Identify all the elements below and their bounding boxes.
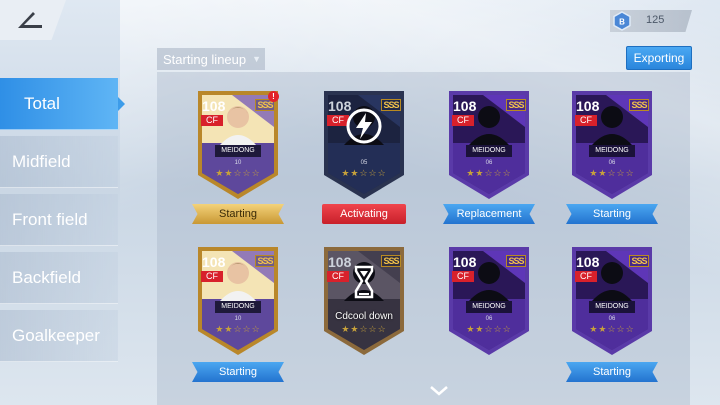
hexagon-token-icon: B bbox=[613, 11, 631, 31]
currency-value: 125 bbox=[646, 14, 665, 26]
card-jersey-number: 05 bbox=[360, 160, 368, 166]
back-arrow-icon bbox=[18, 12, 42, 28]
player-card[interactable]: 108 CF SSS MEIDONG 06 ★★☆☆☆ bbox=[443, 87, 535, 202]
top-bar: B 125 bbox=[0, 0, 720, 40]
card-stars: ★★☆☆☆ bbox=[466, 168, 512, 178]
card-jersey-number: 06 bbox=[485, 316, 493, 322]
sidebar: Total Midfield Front field Backfield Goa… bbox=[0, 78, 125, 368]
lineup-select-value: Starting lineup bbox=[163, 51, 247, 67]
currency-display: B 125 bbox=[610, 10, 692, 32]
card-stars: ★★☆☆☆ bbox=[341, 168, 387, 178]
card-rating: 108 bbox=[202, 98, 226, 114]
card-player-name: MEIDONG bbox=[215, 301, 261, 313]
card-jersey-number: 06 bbox=[608, 316, 616, 322]
player-card[interactable]: 108 CF SSS ★★☆☆☆ Cdcool down bbox=[318, 243, 410, 358]
card-player-name: MEIDONG bbox=[466, 145, 512, 157]
card-rating: 108 bbox=[576, 98, 600, 114]
card-player-name: MEIDONG bbox=[589, 145, 635, 157]
card-player-name: MEIDONG bbox=[589, 301, 635, 313]
card-tier-badge: SSS bbox=[506, 99, 526, 111]
lightning-icon bbox=[346, 108, 382, 144]
card-position: CF bbox=[452, 115, 474, 126]
sidebar-item-label: Front field bbox=[12, 209, 88, 229]
player-card[interactable]: 108 CF SSS MEIDONG 06 ★★☆☆☆ bbox=[566, 243, 658, 358]
card-status-ribbon[interactable]: Starting bbox=[566, 204, 658, 224]
card-jersey-number: 06 bbox=[608, 160, 616, 166]
scroll-down-chevron-icon[interactable] bbox=[429, 385, 449, 397]
card-stars: ★★☆☆☆ bbox=[589, 324, 635, 334]
card-jersey-number: 10 bbox=[234, 316, 242, 322]
lineup-select[interactable]: Starting lineup ▼ bbox=[157, 48, 265, 70]
sidebar-item-label: Goalkeeper bbox=[12, 325, 100, 345]
back-button[interactable] bbox=[0, 0, 66, 40]
card-player-name: MEIDONG bbox=[466, 301, 512, 313]
card-stars: ★★☆☆☆ bbox=[215, 324, 261, 334]
player-card[interactable]: 108 CF SSS 05 ★★☆☆☆ bbox=[318, 87, 410, 202]
player-card[interactable]: 108 CF SSS MEIDONG 06 ★★☆☆☆ bbox=[443, 243, 535, 358]
alert-badge: ! bbox=[268, 91, 279, 102]
card-position: CF bbox=[201, 115, 223, 126]
card-rating: 108 bbox=[453, 254, 477, 270]
card-position: CF bbox=[201, 271, 223, 282]
card-stars: ★★☆☆☆ bbox=[466, 324, 512, 334]
card-status-ribbon[interactable]: Starting bbox=[566, 362, 658, 382]
card-status-ribbon[interactable]: Starting bbox=[192, 204, 284, 224]
card-status-ribbon[interactable]: Starting bbox=[192, 362, 284, 382]
player-card[interactable]: 108 CF SSS MEIDONG 10 ★★☆☆☆ bbox=[192, 243, 284, 358]
card-rating: 108 bbox=[202, 254, 226, 270]
player-card[interactable]: 108 CF SSS MEIDONG 10 ★★☆☆☆ ! bbox=[192, 87, 284, 202]
sidebar-item-label: Midfield bbox=[12, 151, 71, 171]
card-position: CF bbox=[452, 271, 474, 282]
sidebar-item-label: Total bbox=[24, 93, 60, 113]
sidebar-item-front-field[interactable]: Front field bbox=[0, 194, 118, 246]
card-jersey-number: 10 bbox=[234, 160, 242, 166]
card-tier-badge: SSS bbox=[381, 255, 401, 267]
card-position: CF bbox=[575, 115, 597, 126]
svg-text:B: B bbox=[619, 18, 625, 27]
sidebar-item-midfield[interactable]: Midfield bbox=[0, 136, 118, 188]
sidebar-item-backfield[interactable]: Backfield bbox=[0, 252, 118, 304]
export-button[interactable]: Exporting bbox=[626, 46, 692, 70]
card-rating: 108 bbox=[453, 98, 477, 114]
sidebar-item-total[interactable]: Total bbox=[0, 78, 125, 130]
card-position: CF bbox=[575, 271, 597, 282]
sidebar-item-goalkeeper[interactable]: Goalkeeper bbox=[0, 310, 118, 362]
card-stars: ★★☆☆☆ bbox=[341, 324, 387, 334]
chevron-down-icon: ▼ bbox=[252, 54, 262, 64]
hourglass-icon bbox=[354, 265, 374, 299]
card-player-name: MEIDONG bbox=[215, 145, 261, 157]
card-tier-badge: SSS bbox=[506, 255, 526, 267]
player-card[interactable]: 108 CF SSS MEIDONG 06 ★★☆☆☆ bbox=[566, 87, 658, 202]
card-stars: ★★☆☆☆ bbox=[589, 168, 635, 178]
card-rating: 108 bbox=[576, 254, 600, 270]
card-status-ribbon[interactable]: Replacement bbox=[443, 204, 535, 224]
card-stars: ★★☆☆☆ bbox=[215, 168, 261, 178]
card-tier-badge: SSS bbox=[381, 99, 401, 111]
card-tier-badge: SSS bbox=[629, 255, 649, 267]
sidebar-item-label: Backfield bbox=[12, 267, 81, 287]
card-status-ribbon[interactable]: Activating bbox=[322, 204, 406, 224]
cooldown-label: Cdcool down bbox=[335, 311, 393, 322]
card-tier-badge: SSS bbox=[255, 255, 275, 267]
card-jersey-number: 06 bbox=[485, 160, 493, 166]
card-tier-badge: SSS bbox=[629, 99, 649, 111]
